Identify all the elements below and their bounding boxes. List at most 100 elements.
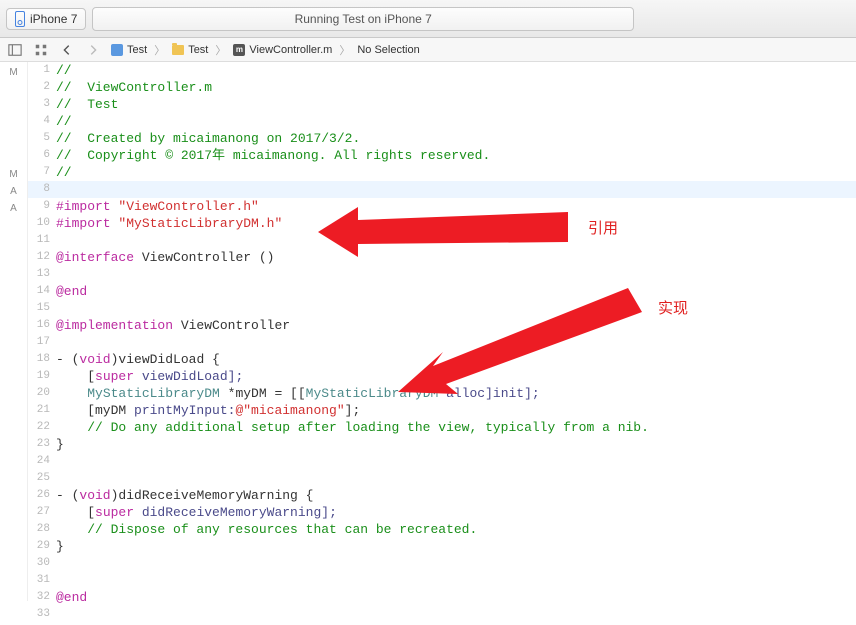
code-content: //: [56, 113, 72, 130]
back-button[interactable]: [56, 41, 78, 59]
line-number: 32: [28, 589, 56, 606]
change-marker: [0, 268, 27, 285]
separator-icon: 〉: [339, 42, 350, 58]
line-number: 10: [28, 215, 56, 232]
change-marker: [0, 217, 27, 234]
line-number: 23: [28, 436, 56, 453]
line-number: 25: [28, 470, 56, 487]
iphone-icon: [15, 11, 25, 27]
code-line[interactable]: 13: [28, 266, 856, 283]
code-line[interactable]: 22 // Do any additional setup after load…: [28, 419, 856, 436]
change-marker: [0, 404, 27, 421]
forward-button[interactable]: [82, 41, 104, 59]
code-line[interactable]: 11: [28, 232, 856, 249]
panel-icon: [8, 43, 22, 57]
code-content: @interface ViewController (): [56, 249, 274, 266]
line-number: 18: [28, 351, 56, 368]
change-marker: [0, 302, 27, 319]
code-line[interactable]: 28 // Dispose of any resources that can …: [28, 521, 856, 538]
code-line[interactable]: 17: [28, 334, 856, 351]
line-number: 7: [28, 164, 56, 181]
code-line[interactable]: 29}: [28, 538, 856, 555]
code-line[interactable]: 27 [super didReceiveMemoryWarning];: [28, 504, 856, 521]
code-area[interactable]: 引用 实现 1//2// ViewController.m3// Test4//…: [28, 62, 856, 601]
code-content: //: [56, 164, 72, 181]
line-number: 14: [28, 283, 56, 300]
code-content: [super didReceiveMemoryWarning];: [56, 504, 337, 521]
change-marker: [0, 285, 27, 302]
code-line[interactable]: 2// ViewController.m: [28, 79, 856, 96]
line-number: 5: [28, 130, 56, 147]
change-marker: [0, 540, 27, 557]
breadcrumb-project[interactable]: Test: [108, 44, 150, 56]
change-marker: M: [0, 64, 27, 81]
code-content: }: [56, 538, 64, 555]
change-marker: [0, 336, 27, 353]
code-line[interactable]: 21 [myDM printMyInput:@"micaimanong"];: [28, 402, 856, 419]
code-line[interactable]: 31: [28, 572, 856, 589]
code-line[interactable]: 9#import "ViewController.h": [28, 198, 856, 215]
separator-icon: 〉: [215, 42, 226, 58]
code-line[interactable]: 24: [28, 453, 856, 470]
code-line[interactable]: 25: [28, 470, 856, 487]
related-items-button[interactable]: [4, 41, 26, 59]
change-marker: A: [0, 200, 27, 217]
code-content: #import "MyStaticLibraryDM.h": [56, 215, 282, 232]
change-marker: [0, 523, 27, 540]
code-line[interactable]: 12@interface ViewController (): [28, 249, 856, 266]
m-file-icon: m: [233, 44, 245, 56]
line-number: 31: [28, 572, 56, 589]
code-line[interactable]: 33: [28, 606, 856, 623]
status-text: Running Test on iPhone 7: [295, 12, 432, 26]
code-line[interactable]: 14@end: [28, 283, 856, 300]
change-marker: [0, 319, 27, 336]
code-line[interactable]: 3// Test: [28, 96, 856, 113]
grid-icon: [34, 43, 48, 57]
line-number: 22: [28, 419, 56, 436]
line-number: 3: [28, 96, 56, 113]
line-number: 2: [28, 79, 56, 96]
change-marker: [0, 251, 27, 268]
code-line[interactable]: 10#import "MyStaticLibraryDM.h": [28, 215, 856, 232]
line-number: 29: [28, 538, 56, 555]
code-line[interactable]: 15: [28, 300, 856, 317]
code-line[interactable]: 32@end: [28, 589, 856, 606]
code-line[interactable]: 23}: [28, 436, 856, 453]
code-line[interactable]: 19 [super viewDidLoad];: [28, 368, 856, 385]
crumb-label: No Selection: [357, 44, 419, 56]
change-gutter: MMAA: [0, 62, 28, 601]
code-content: MyStaticLibraryDM *myDM = [[MyStaticLibr…: [56, 385, 540, 402]
change-marker: [0, 438, 27, 455]
code-line[interactable]: 7//: [28, 164, 856, 181]
code-line[interactable]: 30: [28, 555, 856, 572]
line-number: 1: [28, 62, 56, 79]
code-line[interactable]: 6// Copyright © 2017年 micaimanong. All r…: [28, 147, 856, 164]
breadcrumb-selection[interactable]: No Selection: [354, 44, 422, 56]
code-content: @end: [56, 283, 87, 300]
code-line[interactable]: 8: [28, 181, 856, 198]
change-marker: [0, 608, 27, 625]
breadcrumb-file[interactable]: m ViewController.m: [230, 44, 335, 56]
line-number: 30: [28, 555, 56, 572]
grid-icon-button[interactable]: [30, 41, 52, 59]
code-line[interactable]: 5// Created by micaimanong on 2017/3/2.: [28, 130, 856, 147]
code-content: // Test: [56, 96, 118, 113]
code-line[interactable]: 16@implementation ViewController: [28, 317, 856, 334]
line-number: 17: [28, 334, 56, 351]
change-marker: [0, 98, 27, 115]
toolbar: iPhone 7 Running Test on iPhone 7: [0, 0, 856, 38]
code-line[interactable]: 4//: [28, 113, 856, 130]
code-line[interactable]: 18- (void)viewDidLoad {: [28, 351, 856, 368]
code-content: // Created by micaimanong on 2017/3/2.: [56, 130, 360, 147]
code-line[interactable]: 1//: [28, 62, 856, 79]
code-content: // Do any additional setup after loading…: [56, 419, 649, 436]
line-number: 27: [28, 504, 56, 521]
breadcrumb-folder[interactable]: Test: [169, 44, 211, 56]
line-number: 21: [28, 402, 56, 419]
chevron-right-icon: [86, 43, 100, 57]
code-line[interactable]: 26- (void)didReceiveMemoryWarning {: [28, 487, 856, 504]
folder-icon: [172, 45, 184, 55]
code-line[interactable]: 20 MyStaticLibraryDM *myDM = [[MyStaticL…: [28, 385, 856, 402]
scheme-selector[interactable]: iPhone 7: [6, 8, 86, 30]
line-number: 33: [28, 606, 56, 623]
